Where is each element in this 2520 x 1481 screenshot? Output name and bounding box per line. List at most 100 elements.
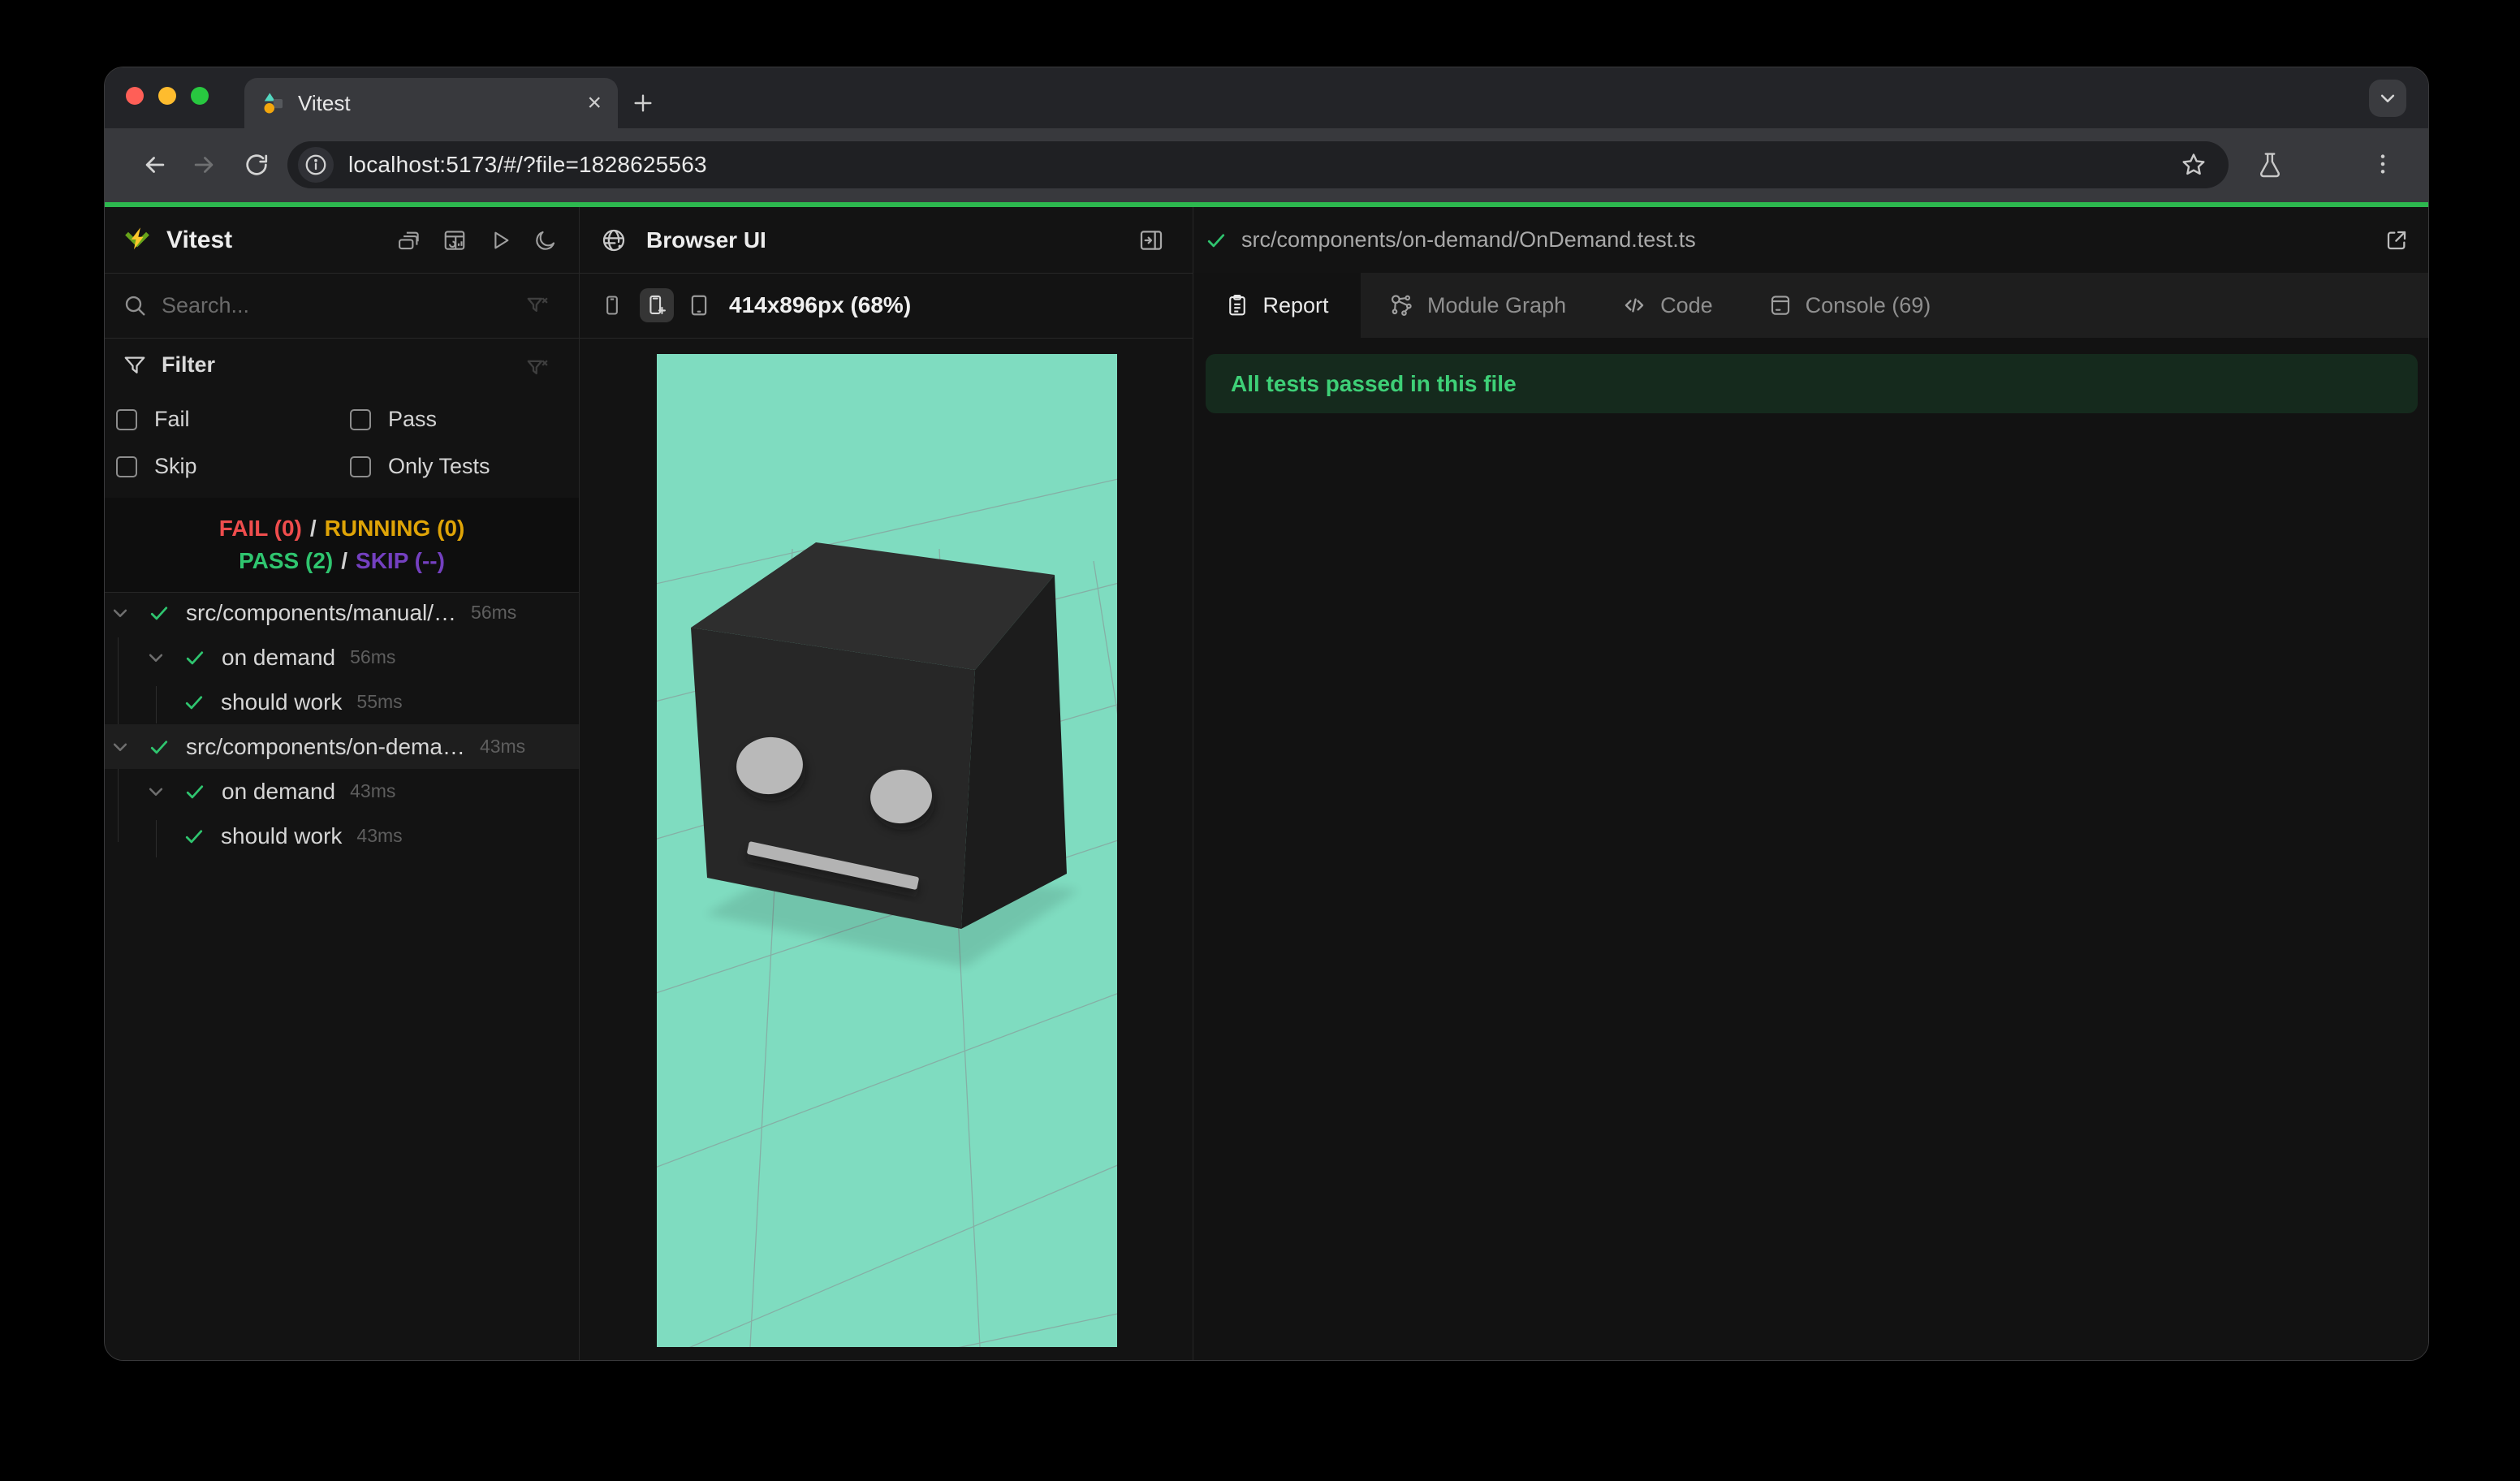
filter-checkbox-pass[interactable]: Pass bbox=[350, 407, 437, 432]
banner-text: All tests passed in this file bbox=[1231, 370, 1517, 396]
checkbox[interactable] bbox=[350, 408, 371, 430]
reload-icon[interactable] bbox=[243, 151, 270, 179]
sidebar-actions bbox=[397, 228, 558, 253]
open-external-icon[interactable] bbox=[2384, 227, 2410, 253]
device-toolbar: 414x896px (68%) bbox=[580, 273, 1193, 338]
chevron-down-icon[interactable] bbox=[108, 735, 132, 759]
report-panel: src/components/on-demand/OnDemand.test.t… bbox=[1193, 207, 2428, 1360]
checkbox[interactable] bbox=[116, 456, 137, 477]
tree-row-test[interactable]: should work 55ms bbox=[105, 680, 579, 724]
clear-filter-icon[interactable] bbox=[525, 293, 550, 317]
status-line-1: FAIL (0) / RUNNING (0) bbox=[218, 516, 465, 541]
file-path: src/components/on-demand/OnDemand.test.t… bbox=[1241, 227, 1696, 252]
viewport-size-label: 414x896px (68%) bbox=[729, 292, 912, 317]
url-bar[interactable]: localhost:5173/#/?file=1828625563 bbox=[287, 141, 2229, 188]
vitest-favicon-icon bbox=[261, 91, 285, 115]
tree-row-suite[interactable]: on demand 43ms bbox=[105, 769, 579, 814]
run-all-play-icon[interactable] bbox=[488, 228, 512, 253]
search-input[interactable]: Search... bbox=[105, 273, 579, 338]
tree-row-file-selected[interactable]: src/components/on-dema… 43ms bbox=[105, 724, 579, 769]
vitest-logo-icon bbox=[123, 226, 152, 255]
phone-small-icon[interactable] bbox=[601, 294, 624, 317]
check-icon bbox=[147, 601, 171, 625]
chevron-down-icon[interactable] bbox=[144, 779, 168, 804]
phone-plus-icon[interactable] bbox=[640, 288, 674, 322]
checkbox[interactable] bbox=[350, 456, 371, 477]
status-line-2: PASS (2) / SKIP (--) bbox=[239, 548, 445, 573]
site-info-icon[interactable] bbox=[298, 147, 334, 183]
tab-report[interactable]: Report bbox=[1193, 273, 1361, 338]
preview-header: Browser UI bbox=[580, 207, 1193, 273]
tab-module-graph[interactable]: Module Graph bbox=[1361, 273, 1594, 338]
test-file-name: src/components/on-dema… bbox=[186, 733, 465, 759]
test-duration: 43ms bbox=[356, 825, 403, 846]
vitest-app: Vitest Search... Filter Fail Pass Skip O… bbox=[105, 202, 2428, 1360]
preview-title: Browser UI bbox=[646, 227, 766, 253]
check-icon bbox=[183, 779, 207, 804]
windows-stack-icon[interactable] bbox=[397, 228, 421, 253]
browser-preview-panel: Browser UI 414x896px (68%) bbox=[580, 207, 1193, 1360]
chevron-down-icon[interactable] bbox=[144, 646, 168, 670]
collapse-panel-icon[interactable] bbox=[1138, 227, 1164, 253]
browser-tab-vitest[interactable]: Vitest × bbox=[244, 78, 618, 128]
check-icon bbox=[147, 735, 171, 759]
tree-row-file[interactable]: src/components/manual/… 56ms bbox=[105, 590, 579, 635]
dashboard-report-icon[interactable] bbox=[442, 228, 467, 253]
filter-checkbox-fail[interactable]: Fail bbox=[116, 407, 190, 432]
suite-name: on demand bbox=[222, 644, 336, 670]
search-icon bbox=[123, 293, 147, 317]
filter-checkbox-only-tests[interactable]: Only Tests bbox=[350, 454, 490, 479]
browser-window: Vitest × localhost:5173/#/?file=18286255… bbox=[104, 67, 2429, 1361]
check-icon bbox=[182, 690, 206, 715]
test-name: should work bbox=[221, 823, 343, 848]
dark-mode-moon-icon[interactable] bbox=[533, 228, 558, 253]
labs-flask-icon[interactable] bbox=[2256, 151, 2284, 179]
traffic-close-button[interactable] bbox=[126, 87, 144, 105]
test-duration: 55ms bbox=[356, 691, 403, 712]
globe-icon bbox=[601, 227, 627, 253]
tablet-icon[interactable] bbox=[687, 293, 711, 317]
checkbox[interactable] bbox=[116, 408, 137, 430]
new-tab-button[interactable] bbox=[624, 84, 662, 122]
skip-count: SKIP (--) bbox=[356, 548, 445, 573]
check-icon bbox=[1204, 228, 1228, 253]
tree-row-suite[interactable]: on demand 56ms bbox=[105, 635, 579, 680]
test-render-viewport[interactable] bbox=[657, 354, 1117, 1347]
traffic-zoom-button[interactable] bbox=[191, 87, 209, 105]
back-icon[interactable] bbox=[141, 151, 169, 179]
report-content: All tests passed in this file bbox=[1193, 338, 2428, 1360]
sidebar-header: Vitest bbox=[105, 207, 579, 273]
filter-panel: Filter Fail Pass Skip Only Tests bbox=[105, 338, 579, 498]
report-clipboard-icon bbox=[1225, 293, 1249, 317]
traffic-minimize-button[interactable] bbox=[158, 87, 176, 105]
all-tests-passed-banner: All tests passed in this file bbox=[1206, 354, 2418, 413]
sidebar: Vitest Search... Filter Fail Pass Skip O… bbox=[105, 207, 579, 1360]
tab-close-icon[interactable]: × bbox=[587, 89, 602, 117]
robot-cube bbox=[691, 542, 1079, 967]
report-tabbar: Report Module Graph Code Console (69) bbox=[1193, 273, 2428, 338]
module-graph-icon bbox=[1388, 292, 1414, 318]
bookmark-star-icon[interactable] bbox=[2180, 151, 2207, 179]
fail-count: FAIL (0) bbox=[218, 516, 302, 541]
pass-count: PASS (2) bbox=[239, 548, 334, 573]
tab-code[interactable]: Code bbox=[1594, 273, 1741, 338]
app-title: Vitest bbox=[166, 226, 233, 253]
code-icon bbox=[1621, 292, 1647, 318]
filter-checkbox-skip[interactable]: Skip bbox=[116, 454, 197, 479]
filter-title: Filter bbox=[162, 352, 216, 377]
browser-toolbar: localhost:5173/#/?file=1828625563 bbox=[105, 128, 2428, 244]
clear-filter-icon[interactable] bbox=[525, 356, 550, 380]
chevron-down-icon[interactable] bbox=[108, 601, 132, 625]
search-placeholder: Search... bbox=[162, 292, 250, 317]
file-path-row: src/components/on-demand/OnDemand.test.t… bbox=[1193, 207, 2428, 273]
tab-search-button[interactable] bbox=[2369, 80, 2406, 117]
funnel-icon bbox=[123, 353, 147, 378]
tree-row-test[interactable]: should work 43ms bbox=[105, 814, 579, 858]
menu-dots-icon[interactable] bbox=[2370, 151, 2396, 177]
check-icon bbox=[182, 824, 206, 848]
forward-icon[interactable] bbox=[190, 151, 218, 179]
test-duration: 56ms bbox=[350, 646, 396, 667]
url-text: localhost:5173/#/?file=1828625563 bbox=[348, 152, 707, 177]
tab-console[interactable]: Console (69) bbox=[1741, 273, 1959, 338]
test-duration: 43ms bbox=[350, 780, 396, 801]
